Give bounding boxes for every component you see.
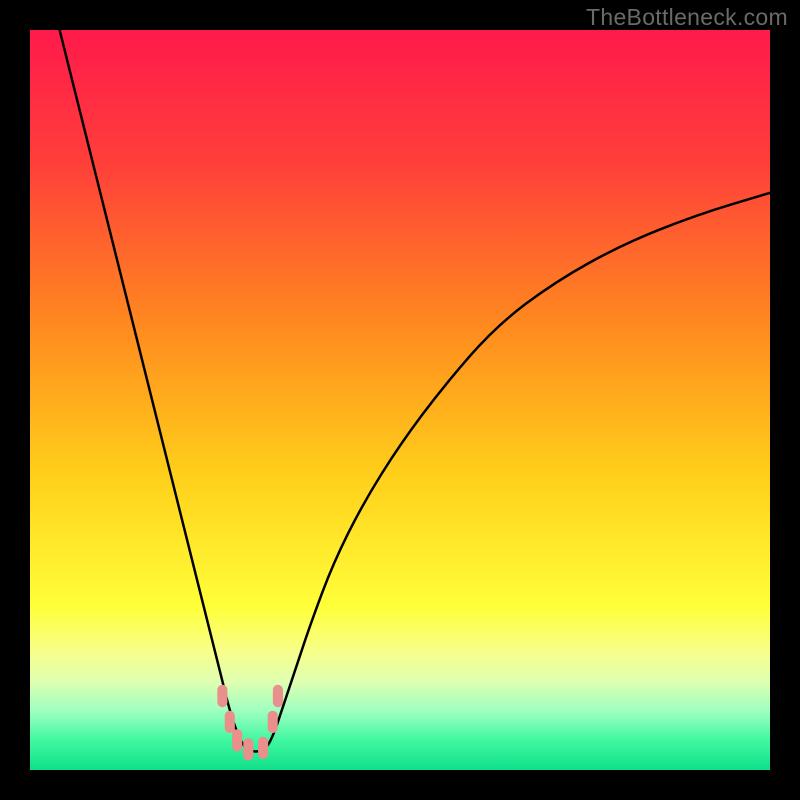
gradient-background — [30, 30, 770, 770]
dip-marker — [258, 737, 268, 759]
dip-marker — [232, 729, 242, 751]
chart-frame: TheBottleneck.com — [0, 0, 800, 800]
dip-marker — [273, 685, 283, 707]
chart-svg — [30, 30, 770, 770]
dip-marker — [225, 711, 235, 733]
dip-marker — [243, 738, 253, 760]
watermark-text: TheBottleneck.com — [586, 4, 788, 31]
dip-marker — [217, 685, 227, 707]
dip-marker — [268, 711, 278, 733]
plot-area — [30, 30, 770, 770]
